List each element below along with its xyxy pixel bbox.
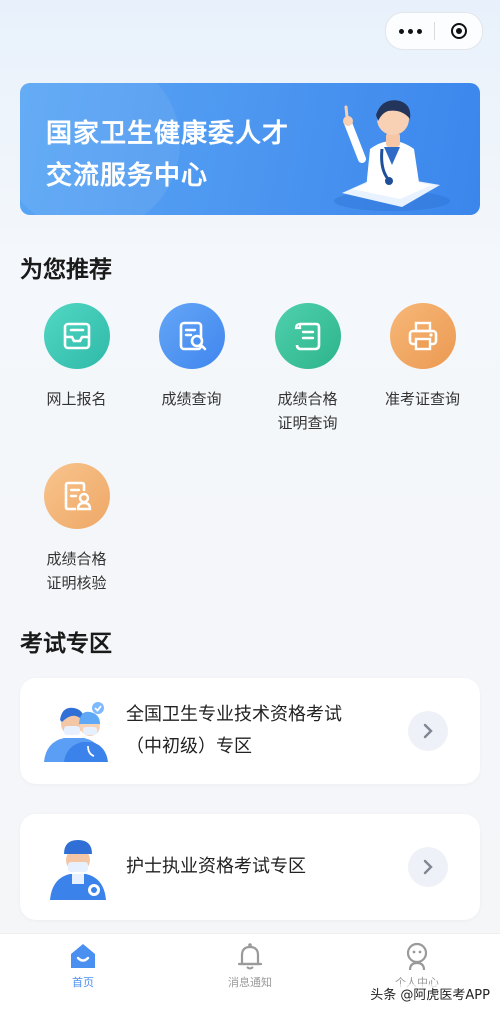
close-miniprogram-button[interactable] (435, 13, 482, 49)
person-icon (406, 942, 428, 971)
exam-card-label: 全国卫生专业技术资格考试（中初级）专区 (126, 704, 342, 757)
registration-icon (43, 303, 110, 369)
tab-label: 消息通知 (228, 976, 272, 989)
nurse-icon (50, 840, 106, 900)
admission-ticket-query-button[interactable]: 准考证查询 (365, 303, 480, 411)
certificate-query-button[interactable]: 成绩合格 证明查询 (250, 303, 365, 435)
tab-home[interactable]: 首页 (0, 934, 166, 1012)
source-watermark: 头条 @阿虎医考APP (370, 984, 490, 1003)
banner-title-line1: 国家卫生健康委人才 (46, 119, 290, 149)
home-icon (71, 944, 95, 968)
grid-item-label: 成绩合格 证明查询 (277, 390, 338, 432)
hero-banner[interactable]: 国家卫生健康委人才 交流服务中心 (20, 83, 480, 215)
recommend-section-title: 为您推荐 (20, 257, 112, 283)
chevron-right-icon[interactable] (408, 847, 448, 887)
exam-section-title: 考试专区 (20, 631, 112, 657)
more-dots-icon (398, 28, 404, 34)
certificate-verify-icon (43, 463, 110, 529)
tab-label: 首页 (72, 976, 94, 989)
certificate-verify-button[interactable]: 成绩合格 证明核验 (19, 463, 134, 595)
exam-card-health-tech[interactable]: 全国卫生专业技术资格考试（中初级）专区 (20, 678, 480, 784)
banner-title-line2: 交流服务中心 (46, 161, 209, 191)
score-query-button[interactable]: 成绩查询 (134, 303, 249, 411)
target-circle-icon (450, 23, 467, 39)
bell-icon (237, 943, 263, 970)
grid-item-label: 成绩合格 证明核验 (46, 550, 107, 592)
miniprogram-capsule (385, 12, 483, 50)
doctor-illustration-icon (334, 100, 450, 211)
more-menu-button[interactable] (386, 13, 434, 49)
exam-card-nurse[interactable]: 护士执业资格考试专区 (20, 814, 480, 920)
grid-item-label: 成绩查询 (161, 390, 222, 408)
score-search-icon (158, 303, 225, 369)
printer-icon (389, 303, 456, 369)
chevron-right-icon[interactable] (408, 711, 448, 751)
grid-item-label: 网上报名 (46, 390, 107, 408)
grid-item-label: 准考证查询 (384, 390, 460, 408)
doctors-icon (44, 702, 108, 762)
online-registration-button[interactable]: 网上报名 (19, 303, 134, 411)
certificate-scroll-icon (274, 303, 341, 369)
tab-notifications[interactable]: 消息通知 (167, 934, 333, 1012)
exam-card-label: 护士执业资格考试专区 (126, 856, 306, 877)
